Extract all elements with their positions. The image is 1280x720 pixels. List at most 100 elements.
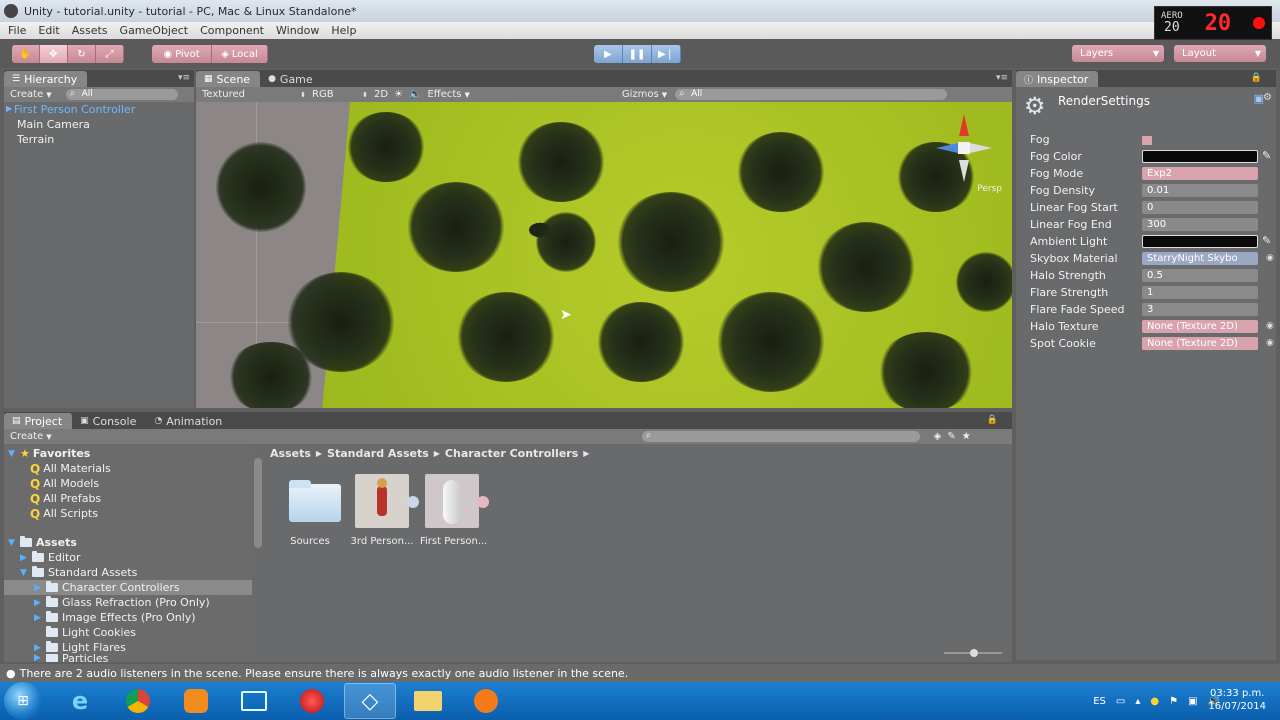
fog-mode-dropdown[interactable]: Exp2 xyxy=(1142,167,1258,180)
folder-editor[interactable]: ▶ Editor xyxy=(20,550,81,565)
expand-arrow-icon[interactable]: ▶ xyxy=(6,104,12,113)
project-search-input[interactable] xyxy=(641,430,920,442)
favorite-all-models[interactable]: Q All Models xyxy=(30,476,99,491)
tab-project[interactable]: ▤ Project xyxy=(4,413,73,429)
menu-help[interactable]: Help xyxy=(331,24,356,37)
project-create-button[interactable]: Create ▼ xyxy=(10,431,52,442)
tab-inspector[interactable]: ⓘ Inspector xyxy=(1016,71,1099,87)
asset-first-person-controller[interactable]: First Person... xyxy=(420,474,489,547)
effects-dropdown[interactable]: Effects ▼ xyxy=(427,89,469,100)
fog-checkbox[interactable] xyxy=(1142,136,1152,145)
eyedropper-icon[interactable]: ✎ xyxy=(1262,149,1271,162)
display-icon[interactable]: ▣ xyxy=(1188,696,1197,707)
folder-standard-assets[interactable]: ▼ Standard Assets xyxy=(20,565,137,580)
taskbar-internet-explorer[interactable]: e xyxy=(54,683,106,719)
favorites-header[interactable]: ▼ ★ Favorites xyxy=(8,446,90,461)
expand-arrow-icon[interactable]: ▼ xyxy=(20,568,32,578)
object-picker-icon[interactable]: ◉ xyxy=(1266,321,1274,331)
scale-tool-button[interactable]: ⤢ xyxy=(96,45,124,63)
expand-arrow-icon[interactable]: ▶ xyxy=(34,598,46,608)
folder-character-controllers[interactable]: ▶ Character Controllers xyxy=(4,580,252,595)
menu-file[interactable]: File xyxy=(8,24,26,37)
menu-component[interactable]: Component xyxy=(200,24,264,37)
favorite-star-icon[interactable]: ★ xyxy=(962,431,971,442)
expand-arrow-icon[interactable]: ▶ xyxy=(34,613,46,623)
tab-scene[interactable]: ▦ Scene xyxy=(196,71,261,87)
rotate-tool-button[interactable]: ↻ xyxy=(68,45,96,63)
expand-arrow-icon[interactable]: ▶ xyxy=(20,553,32,563)
step-button[interactable]: ▶❘ xyxy=(652,45,681,63)
taskbar-chrome[interactable] xyxy=(112,683,164,719)
expand-arrow-icon[interactable]: ▼ xyxy=(8,538,20,548)
play-button[interactable]: ▶ xyxy=(594,45,623,63)
hierarchy-item-first-person-controller[interactable]: ▶ First Person Controller xyxy=(6,103,135,116)
scene-viewport[interactable]: Persp ➤ xyxy=(196,102,1012,408)
gizmos-dropdown[interactable]: Gizmos ▼ xyxy=(622,89,667,100)
norton-icon[interactable]: ● xyxy=(1150,696,1159,707)
hierarchy-search-input[interactable]: All xyxy=(65,88,178,100)
breadcrumb-assets[interactable]: Assets xyxy=(270,447,311,460)
show-hidden-icons[interactable]: ▴ xyxy=(1135,696,1140,707)
folder-light-flares[interactable]: ▶ Light Flares xyxy=(34,640,126,655)
asset-3rd-person-controller[interactable]: 3rd Person... xyxy=(350,474,419,547)
hierarchy-create-button[interactable]: Create ▼ xyxy=(10,89,52,100)
layers-dropdown[interactable]: Layers ▼ xyxy=(1072,45,1164,62)
language-indicator[interactable]: ES xyxy=(1093,696,1106,707)
expand-arrow-icon[interactable]: ▶ xyxy=(34,654,46,662)
flag-icon[interactable]: ⚑ xyxy=(1169,696,1178,707)
lighting-toggle-icon[interactable]: ☀ xyxy=(394,89,403,100)
layout-dropdown[interactable]: Layout ▼ xyxy=(1174,45,1266,62)
scene-orientation-gizmo[interactable] xyxy=(934,112,994,192)
assets-header[interactable]: ▼ Assets xyxy=(8,535,77,550)
lock-icon[interactable]: 🔒 xyxy=(1251,73,1262,83)
flare-fade-speed-field[interactable]: 3 xyxy=(1142,303,1258,316)
expand-arrow-icon[interactable]: ▼ xyxy=(8,449,20,459)
breadcrumb-standard-assets[interactable]: Standard Assets xyxy=(327,447,429,460)
panel-menu-icon[interactable]: ▾≡ xyxy=(178,73,190,83)
move-tool-button[interactable]: ✥ xyxy=(40,45,68,63)
ambient-light-field[interactable] xyxy=(1142,235,1258,248)
tab-animation[interactable]: ◔ Animation xyxy=(146,413,232,429)
favorite-all-materials[interactable]: Q All Materials xyxy=(30,461,111,476)
tab-hierarchy[interactable]: ☰ Hierarchy xyxy=(4,71,88,87)
folder-glass-refraction[interactable]: ▶ Glass Refraction (Pro Only) xyxy=(34,595,210,610)
panel-menu-icon[interactable]: ▾≡ xyxy=(996,73,1008,83)
expand-arrow-icon[interactable]: ▶ xyxy=(34,643,46,653)
hierarchy-item-main-camera[interactable]: Main Camera xyxy=(17,118,90,131)
hand-tool-button[interactable]: ✋ xyxy=(12,45,40,63)
menu-gameobject[interactable]: GameObject xyxy=(120,24,189,37)
taskbar-media-player[interactable] xyxy=(460,683,512,719)
spot-cookie-field[interactable]: None (Texture 2D) xyxy=(1142,337,1258,350)
taskbar-unity[interactable]: ◇ xyxy=(344,683,396,719)
fog-color-field[interactable] xyxy=(1142,150,1258,163)
shading-mode-dropdown[interactable]: Textured ⬍ xyxy=(202,89,306,100)
hierarchy-item-terrain[interactable]: Terrain xyxy=(17,133,54,146)
folder-tree-scrollbar[interactable] xyxy=(254,458,262,548)
menu-window[interactable]: Window xyxy=(276,24,319,37)
status-bar[interactable]: ● There are 2 audio listeners in the sce… xyxy=(0,664,1280,682)
start-button[interactable]: ⊞ xyxy=(4,682,42,720)
menu-assets[interactable]: Assets xyxy=(72,24,108,37)
folder-light-cookies[interactable]: Light Cookies xyxy=(46,625,136,640)
keyboard-icon[interactable]: ▭ xyxy=(1116,696,1125,707)
taskbar-record[interactable] xyxy=(286,683,338,719)
halo-strength-field[interactable]: 0.5 xyxy=(1142,269,1258,282)
fog-density-field[interactable]: 0.01 xyxy=(1142,184,1258,197)
taskbar-file-explorer[interactable] xyxy=(402,683,454,719)
menu-edit[interactable]: Edit xyxy=(38,24,59,37)
flare-strength-field[interactable]: 1 xyxy=(1142,286,1258,299)
breadcrumb-character-controllers[interactable]: Character Controllers xyxy=(445,447,578,460)
object-picker-icon[interactable]: ◉ xyxy=(1266,338,1274,348)
expand-arrow-icon[interactable]: ▶ xyxy=(34,583,46,593)
object-picker-icon[interactable]: ◉ xyxy=(1266,253,1274,263)
slider-thumb[interactable] xyxy=(970,649,978,657)
folder-particles[interactable]: ▶ Particles xyxy=(34,654,108,662)
asset-sources[interactable]: Sources xyxy=(278,474,342,547)
halo-texture-field[interactable]: None (Texture 2D) xyxy=(1142,320,1258,333)
favorite-all-prefabs[interactable]: Q All Prefabs xyxy=(30,491,101,506)
pause-button[interactable]: ❚❚ xyxy=(623,45,652,63)
taskbar-clock[interactable]: 03:33 p.m. 16/07/2014 xyxy=(1208,687,1266,713)
lock-icon[interactable]: 🔒 xyxy=(987,415,998,425)
render-mode-dropdown[interactable]: RGB ⬍ xyxy=(312,89,368,100)
tab-console[interactable]: ▣ Console xyxy=(72,413,146,429)
